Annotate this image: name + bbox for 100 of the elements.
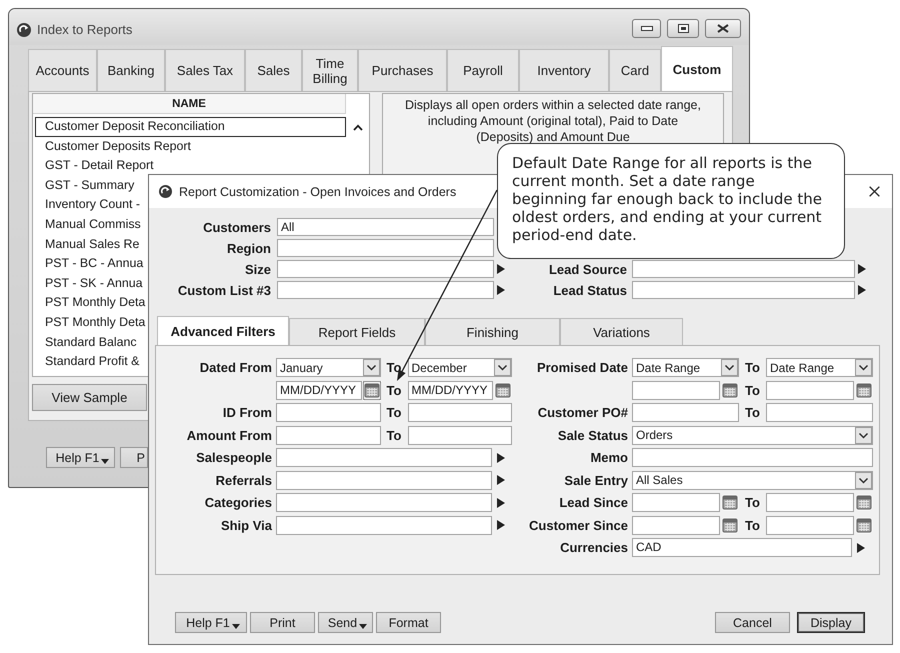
close-button[interactable] [867,184,882,199]
calendar-icon[interactable] [721,380,739,400]
dropdown-field[interactable]: January [276,358,380,377]
date-field[interactable] [632,380,720,400]
lookup-field[interactable] [276,493,492,512]
dropdown-field[interactable]: All Sales [632,470,873,490]
lookup-arrow-icon[interactable] [497,264,505,274]
report-list-item[interactable]: Customer Deposit Reconciliation [35,117,346,137]
lookup-field[interactable] [277,281,494,299]
field-label: Currencies [560,540,628,555]
calendar-icon[interactable] [721,493,739,512]
view-sample-button[interactable]: View Sample [32,384,147,411]
dropdown-field[interactable]: Date Range [766,358,873,377]
report-list-item[interactable]: GST - Summary [35,176,136,196]
report-category-tab[interactable]: Time Billing [302,49,358,91]
maximize-button[interactable] [667,19,699,38]
date-field[interactable] [766,493,854,512]
report-category-tab[interactable]: Banking [97,49,165,91]
calendar-icon[interactable] [855,493,873,512]
calendar-icon[interactable] [721,516,739,534]
lookup-arrow-icon[interactable] [858,264,866,274]
display-button[interactable]: Display [797,612,865,633]
minimize-button[interactable] [632,19,661,38]
report-list-item[interactable]: Inventory Count - [35,195,142,215]
chevron-down-icon[interactable] [494,359,511,376]
report-list-item[interactable]: PST - SK - Annua [35,274,144,294]
help-button[interactable]: Help F1 [175,612,247,633]
text-field[interactable] [276,403,380,422]
field-label: Custom List #3 [178,282,271,298]
print-button[interactable]: Print [250,612,315,633]
report-category-tab[interactable]: Sales [245,49,302,91]
calendar-icon[interactable] [855,380,873,400]
report-list-item[interactable]: Standard Balanc [35,332,138,352]
lookup-field[interactable]: CAD [632,538,852,557]
lookup-arrow-icon[interactable] [497,475,505,485]
report-list-item[interactable]: Manual Commiss [35,214,142,235]
calendar-icon[interactable] [362,380,380,400]
dropdown-field[interactable]: Date Range [632,358,739,377]
report-list-item[interactable]: PST Monthly Deta [35,312,146,333]
text-field[interactable] [277,239,494,257]
date-field[interactable] [632,493,720,512]
chevron-up-icon[interactable] [352,124,362,131]
report-category-tab[interactable]: Accounts [28,49,97,91]
report-list-item[interactable]: Standard Profit & [35,352,140,372]
text-field[interactable] [632,448,873,467]
report-list-item[interactable]: GST - Detail Report [35,156,155,176]
report-category-tab[interactable]: Purchases [358,49,447,91]
dropdown-field[interactable]: December [408,358,512,377]
text-field[interactable] [632,403,739,422]
format-button[interactable]: Format [376,612,441,633]
send-button[interactable]: Send [318,612,373,633]
lookup-arrow-icon[interactable] [497,285,505,295]
dropdown-field[interactable]: Orders [632,426,873,444]
report-list-item[interactable]: Manual Sales Re [35,234,140,254]
report-list-item[interactable]: PST Monthly Deta [35,293,146,313]
lookup-arrow-icon[interactable] [858,285,866,295]
text-field[interactable] [408,426,512,444]
report-category-tab[interactable]: Sales Tax [165,49,245,91]
chevron-down-icon[interactable] [855,359,872,376]
lookup-field[interactable] [632,281,855,299]
filter-tab[interactable]: Variations [560,318,683,345]
lookup-arrow-icon[interactable] [497,520,505,530]
help-button[interactable]: Help F1 [46,447,115,468]
report-category-tab[interactable]: Custom [661,46,733,91]
chevron-down-icon[interactable] [362,359,380,376]
report-category-tab[interactable]: Inventory [519,49,609,91]
filter-tab[interactable]: Finishing [425,318,560,345]
field-label: Sale Status [558,428,628,442]
text-field[interactable] [408,403,512,422]
lookup-field[interactable] [277,260,494,278]
cancel-button[interactable]: Cancel [715,612,790,633]
filter-tab[interactable]: Advanced Filters [157,316,289,345]
date-field[interactable] [632,516,720,534]
lookup-field[interactable] [276,448,492,467]
lookup-field[interactable] [276,470,492,490]
report-category-tab[interactable]: Payroll [447,49,519,91]
report-list-item[interactable]: Customer Deposits Report [35,136,192,156]
lookup-arrow-icon[interactable] [857,542,865,552]
calendar-icon[interactable] [494,380,512,400]
chevron-down-icon[interactable] [855,426,872,444]
lookup-field[interactable] [632,260,855,278]
chevron-down-icon[interactable] [855,472,872,488]
field-label: Dated From [200,360,272,375]
report-category-tab[interactable]: Card [609,49,661,91]
text-field[interactable] [276,426,380,444]
date-field[interactable] [766,516,854,534]
report-list-item[interactable]: PST - BC - Annua [35,254,144,274]
text-field[interactable] [766,403,873,422]
lookup-field[interactable] [276,516,492,534]
date-field[interactable]: MM/DD/YYYY [276,380,362,400]
close-button[interactable] [705,19,741,38]
lookup-arrow-icon[interactable] [497,498,505,508]
date-field[interactable]: MM/DD/YYYY [408,380,493,400]
chevron-down-icon[interactable] [721,359,738,376]
text-field[interactable]: All [277,218,494,236]
filter-tab[interactable]: Report Fields [289,318,425,345]
print-button[interactable]: P [120,447,148,468]
date-field[interactable] [766,380,854,400]
lookup-arrow-icon[interactable] [497,452,505,462]
calendar-icon[interactable] [855,516,873,534]
